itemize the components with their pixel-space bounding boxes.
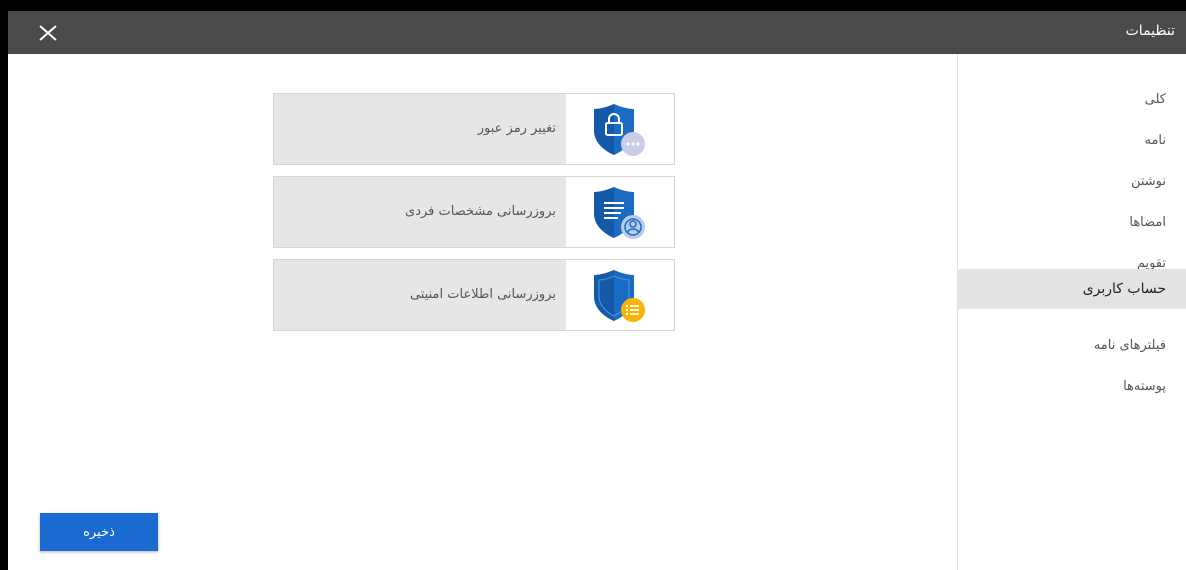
- update-security-info-card[interactable]: بروزرسانی اطلاعات امنیتی: [273, 259, 675, 331]
- close-button[interactable]: [36, 21, 60, 45]
- shield-outline-icon: [594, 270, 645, 322]
- settings-sidebar: کلی نامه نوشتن امضاها تقویم حساب کاربری …: [957, 54, 1186, 570]
- card-label-area: بروزرسانی اطلاعات امنیتی: [274, 260, 566, 330]
- card-icon-area: [566, 94, 674, 164]
- card-icon-area: [566, 260, 674, 330]
- card-label: تغییر رمز عبور: [477, 121, 556, 136]
- title-bar: تنظیمات: [8, 11, 1186, 54]
- sidebar-item-signatures[interactable]: امضاها: [958, 203, 1186, 243]
- sidebar-item-mail[interactable]: نامه: [958, 121, 1186, 161]
- close-icon: [39, 25, 57, 41]
- save-button[interactable]: ذخیره: [40, 513, 158, 551]
- sidebar-item-general[interactable]: کلی: [958, 80, 1186, 120]
- update-personal-info-card[interactable]: بروزرسانی مشخصات فردی: [273, 176, 675, 248]
- card-icon-area: [566, 177, 674, 247]
- change-password-card[interactable]: تغییر رمز عبور: [273, 93, 675, 165]
- shield-document-icon: [594, 187, 645, 239]
- settings-dialog: تنظیمات کلی نامه نوشتن امضاها تقویم حساب…: [8, 11, 1186, 570]
- sidebar-item-mail-filters[interactable]: فیلترهای نامه: [958, 326, 1186, 366]
- card-label-area: بروزرسانی مشخصات فردی: [274, 177, 566, 247]
- sidebar-item-account[interactable]: حساب کاربری: [958, 269, 1186, 309]
- shield-lock-icon: [594, 104, 645, 156]
- screen-top-edge: [0, 0, 1186, 11]
- card-label: بروزرسانی مشخصات فردی: [405, 204, 556, 219]
- sidebar-item-compose[interactable]: نوشتن: [958, 162, 1186, 202]
- card-label-area: تغییر رمز عبور: [274, 94, 566, 164]
- card-label: بروزرسانی اطلاعات امنیتی: [409, 287, 556, 302]
- dialog-title: تنظیمات: [1125, 23, 1175, 39]
- sidebar-item-themes[interactable]: پوسته‌ها: [958, 367, 1186, 407]
